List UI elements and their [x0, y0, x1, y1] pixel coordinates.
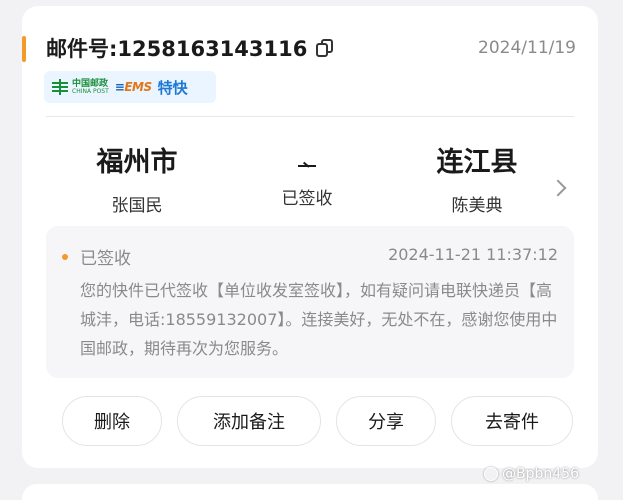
accent-bar	[22, 36, 26, 62]
copy-icon[interactable]	[315, 38, 335, 58]
china-post-logo-icon	[52, 79, 68, 95]
share-button[interactable]: 分享	[336, 396, 436, 446]
arrow-right-icon	[296, 156, 318, 170]
delivery-status: 已签收	[281, 189, 333, 209]
tracking-description: 您的快件已代签收【单位收发室签收】，如有疑问请电联快递员【高城沣，电话:1855…	[80, 281, 558, 358]
origin: 福州市 张国民	[82, 140, 192, 216]
send-package-button[interactable]: 去寄件	[451, 396, 573, 446]
carrier-badge: 中国邮政 CHINA POST ≡EMS 特快	[44, 71, 216, 103]
recipient-name: 陈美典	[451, 196, 503, 216]
shipment-card: 邮件号:1258163143116 2024/11/19 中国邮政 CHINA …	[22, 6, 598, 468]
add-note-button[interactable]: 添加备注	[177, 396, 321, 446]
sender-name: 张国民	[111, 196, 163, 216]
divider	[46, 116, 574, 117]
route-status: 已签收	[262, 140, 352, 209]
card-header: 邮件号:1258163143116 2024/11/19	[46, 34, 576, 62]
origin-city: 福州市	[96, 147, 178, 178]
watermark-logo-icon	[484, 467, 498, 481]
watermark: @Bpbn456	[484, 466, 579, 482]
waybill-number: 邮件号:1258163143116	[46, 37, 308, 61]
ems-logo: ≡EMS	[114, 80, 152, 94]
ship-date: 2024/11/19	[478, 38, 576, 58]
status-dot	[62, 254, 68, 260]
delete-button[interactable]: 删除	[62, 396, 162, 446]
next-card	[22, 484, 598, 500]
china-post-wordmark: 中国邮政 CHINA POST	[72, 78, 109, 95]
destination: 连江县 陈美典	[422, 140, 532, 216]
service-type: 特快	[157, 78, 188, 97]
chevron-right-icon[interactable]	[549, 179, 567, 197]
tracking-detail[interactable]: 已签收 2024-11-21 11:37:12 您的快件已代签收【单位收发室签收…	[46, 226, 574, 378]
tracking-timestamp: 2024-11-21 11:37:12	[388, 245, 558, 264]
destination-city: 连江县	[436, 147, 518, 178]
tracking-status-title: 已签收	[80, 249, 131, 269]
